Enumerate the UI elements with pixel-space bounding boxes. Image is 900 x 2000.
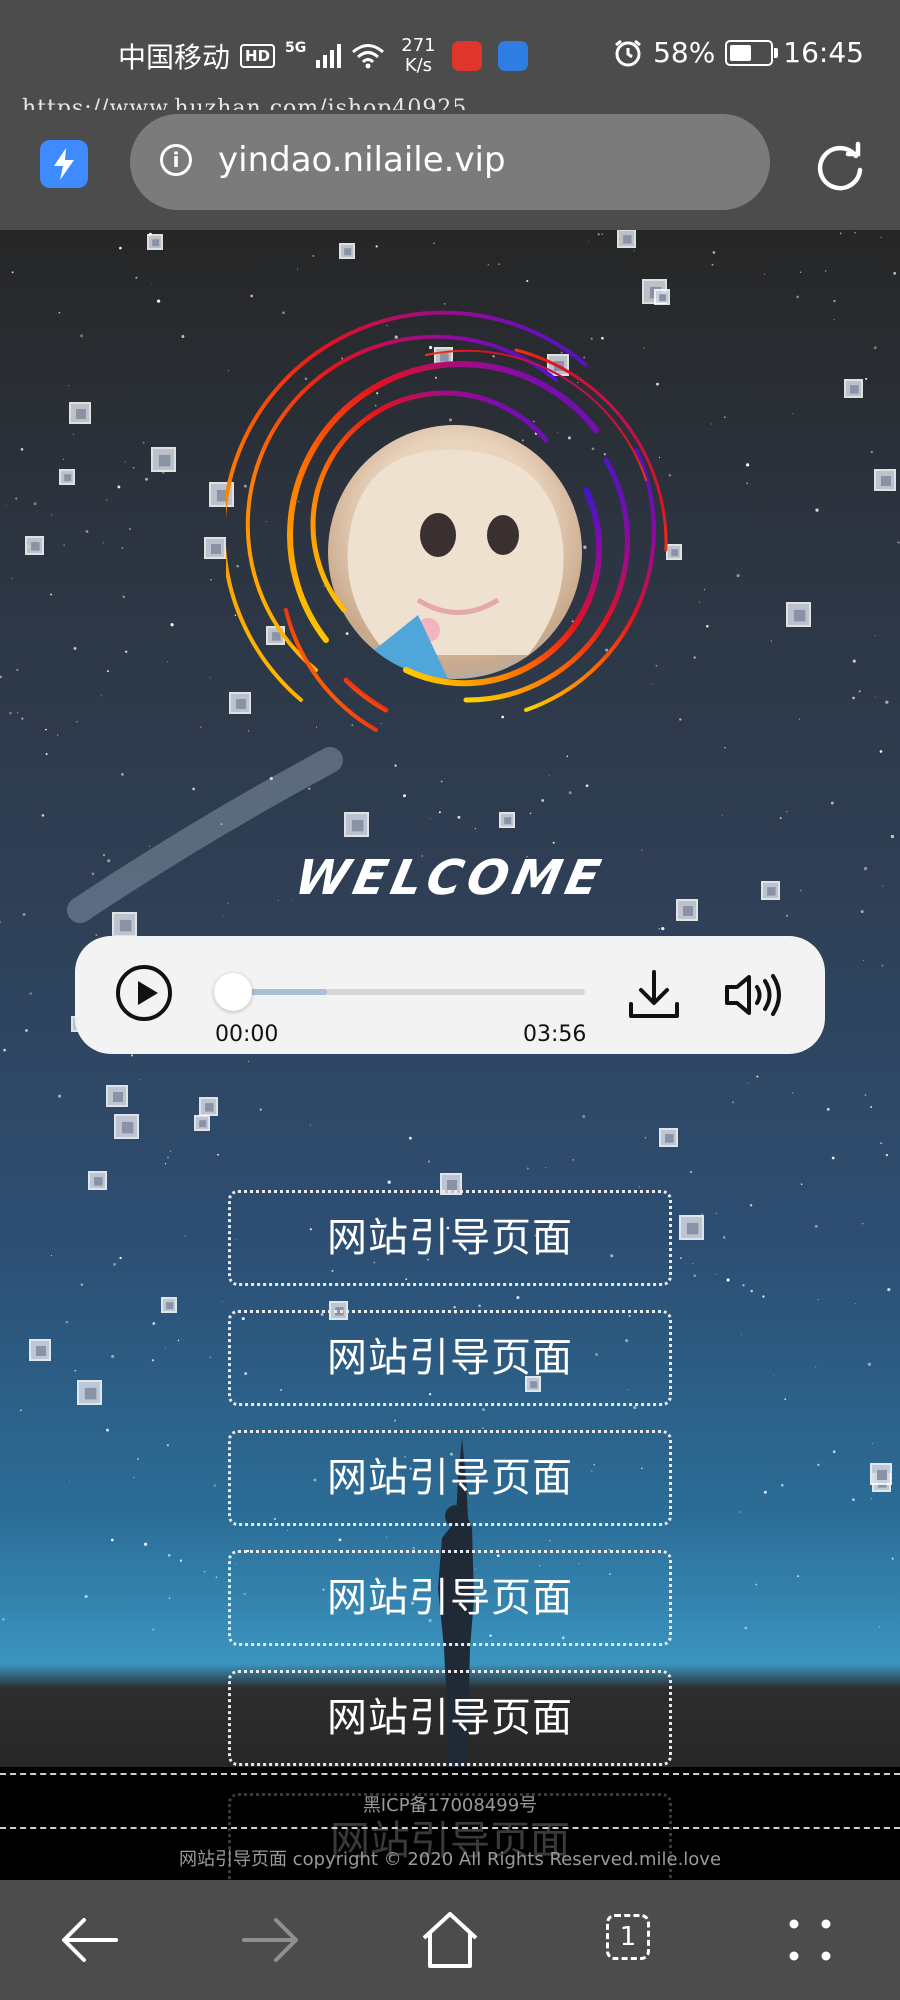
nav-button[interactable]: 网站引导页面 — [228, 1190, 672, 1286]
page-content: WELCOME 00:00 03:56 网站引导页面 网站引导页面 网站引导页面… — [0, 230, 900, 1878]
divider — [0, 1773, 900, 1775]
status-left: 中国移动 HD 5G 271 K/s — [118, 36, 528, 76]
battery-percent: 58% — [653, 36, 716, 69]
back-icon[interactable] — [58, 1908, 122, 1972]
home-icon[interactable] — [418, 1908, 482, 1972]
menu-icon[interactable] — [778, 1908, 842, 1972]
network-type: 5G — [285, 40, 307, 56]
volume-icon[interactable] — [723, 972, 783, 1018]
battery-fill — [730, 44, 752, 61]
url-text[interactable]: yindao.nilaile.vip — [218, 140, 506, 180]
network-speed: 271 K/s — [401, 36, 435, 76]
hd-badge: HD — [240, 44, 276, 68]
forward-icon[interactable] — [238, 1908, 302, 1972]
audio-player: 00:00 03:56 — [75, 936, 825, 1054]
nav-button[interactable]: 网站引导页面 — [228, 1670, 672, 1766]
speed-value: 271 — [401, 35, 436, 56]
icp-license: 黑ICP备17008499号 — [362, 1795, 538, 1816]
address-bar[interactable]: i yindao.nilaile.vip — [130, 114, 770, 210]
wifi-icon — [352, 44, 385, 69]
music-visualizer-ring — [226, 310, 668, 732]
browser-toolbar: i yindao.nilaile.vip — [0, 110, 900, 230]
notification-app-icon — [451, 41, 482, 71]
progress-thumb[interactable] — [214, 973, 252, 1011]
notification-app-icon — [497, 41, 528, 71]
progress-track[interactable] — [217, 989, 585, 995]
welcome-title: WELCOME — [290, 850, 610, 906]
duration-time: 03:56 — [523, 1022, 587, 1047]
signal-icon — [316, 44, 342, 68]
alarm-icon — [615, 39, 641, 66]
page-footer: 网站引导页面 黑ICP备17008499号 网站引导页面 copyright ©… — [0, 1767, 900, 1889]
status-bar: 中国移动 HD 5G 271 K/s 58% 16:45 — [0, 0, 900, 110]
reload-icon[interactable] — [812, 140, 868, 196]
nav-button[interactable]: 网站引导页面 — [228, 1550, 672, 1646]
copyright-text: 网站引导页面 copyright © 2020 All Rights Reser… — [178, 1849, 722, 1870]
nav-button[interactable]: 网站引导页面 — [228, 1430, 672, 1526]
tabs-button[interactable]: 1 — [606, 1914, 650, 1960]
lightning-icon[interactable] — [40, 136, 94, 188]
nav-button[interactable]: 网站引导页面 — [228, 1310, 672, 1406]
status-right: 58% 16:45 — [613, 36, 864, 69]
carrier-label: 中国移动 — [118, 41, 231, 74]
info-icon[interactable]: i — [160, 144, 192, 176]
browser-bottom-nav: 1 — [0, 1880, 900, 2000]
download-icon[interactable] — [627, 968, 681, 1022]
clock: 16:45 — [783, 36, 864, 69]
battery-icon — [725, 39, 779, 66]
current-time: 00:00 — [215, 1022, 279, 1047]
speed-unit: K/s — [404, 55, 433, 76]
divider — [0, 1827, 900, 1829]
play-button[interactable] — [116, 965, 172, 1021]
